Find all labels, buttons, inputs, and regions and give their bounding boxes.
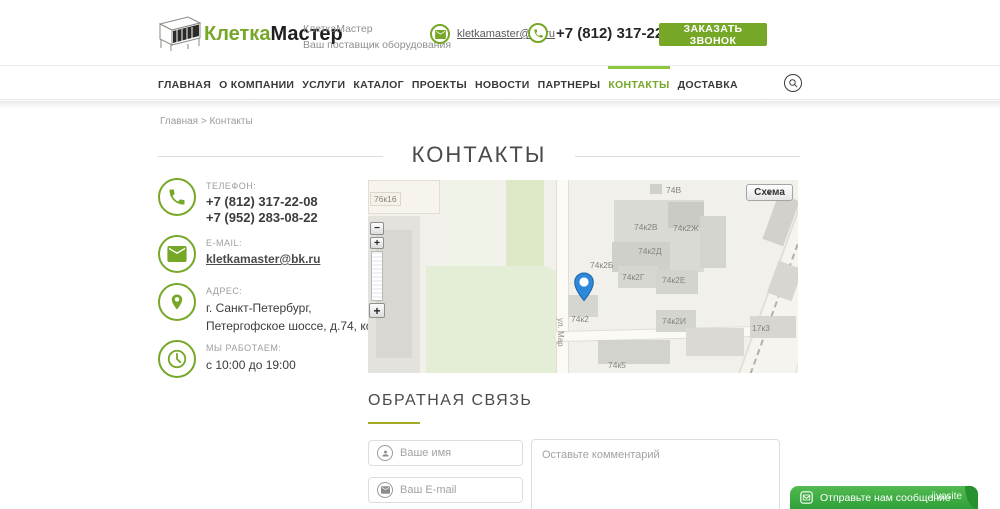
phone-label: ТЕЛЕФОН: [206,181,318,191]
map-label: 74к2Ж [673,223,699,233]
title-divider-right [575,156,800,157]
feedback-title: ОБРАТНАЯ СВЯЗЬ [368,392,532,410]
breadcrumb-home-link[interactable]: Главная [160,116,198,127]
clock-icon [158,340,196,378]
map-building [650,184,662,194]
nav-item-dostavka[interactable]: ДОСТАВКА [678,66,738,100]
cage-logo-icon [158,13,202,56]
main-nav: ГЛАВНАЯ О КОМПАНИИ УСЛУГИ КАТАЛОГ ПРОЕКТ… [0,66,1000,100]
nav-item-novosti[interactable]: НОВОСТИ [475,66,530,100]
map[interactable]: 76к16 74В 74к2В 74к2Ж 74к2Д 74к2Б 74к2Г … [368,180,798,373]
map-label: 74В [666,185,681,195]
hours-label: МЫ РАБОТАЕМ: [206,343,296,353]
map-label: 74к2В [634,222,658,232]
zoom-out-button[interactable]: − [370,222,384,235]
map-label: 74к5 [608,360,626,370]
contact-email-link[interactable]: kletkamaster@bk.ru [206,252,320,266]
map-mode-button[interactable]: Схема ▾ [746,184,793,201]
email-label: E-MAIL: [206,238,320,248]
phone-value-1: +7 (812) 317-22-08 [206,194,318,210]
feedback-title-underline [368,422,420,424]
map-label: 74к2Е [662,275,686,285]
name-field-wrap [368,440,523,466]
mail-icon [377,482,393,498]
contact-address-item: АДРЕС: г. Санкт-Петербург, Петергофское … [158,283,399,335]
map-street-label: ул. Мар [556,318,565,347]
name-input[interactable] [400,447,510,459]
phone-value-2: +7 (952) 283-08-22 [206,210,318,226]
nav-item-partnery[interactable]: ПАРТНЕРЫ [538,66,601,100]
person-icon [377,445,393,461]
nav-item-kontakty[interactable]: КОНТАКТЫ [608,66,669,100]
map-park-area [426,266,560,373]
contact-hours-item: МЫ РАБОТАЕМ: с 10:00 до 19:00 [158,340,296,378]
envelope-icon [800,491,813,504]
mail-icon [430,24,450,44]
contact-phone-item: ТЕЛЕФОН: +7 (812) 317-22-08 +7 (952) 283… [158,178,318,227]
map-building [686,328,744,356]
map-label: 74к2Д [638,246,662,256]
map-building [700,216,726,268]
page-title-row: КОНТАКТЫ [158,142,800,170]
breadcrumb: Главная > Контакты [160,116,253,127]
mail-icon [158,235,196,273]
map-label: 17к3 [752,323,770,333]
nav-item-uslugi[interactable]: УСЛУГИ [302,66,345,100]
chat-brand: jivosite [931,491,962,502]
order-call-button[interactable]: ЗАКАЗАТЬ ЗВОНОК [659,23,767,46]
page-title: КОНТАКТЫ [158,142,800,168]
search-icon [788,78,799,89]
nav-item-katalog[interactable]: КАТАЛОГ [353,66,404,100]
header: КлеткаМастер КлеткаМастер Ваш поставщик … [0,0,1000,66]
hours-value: с 10:00 до 19:00 [206,356,296,374]
phone-icon [158,178,196,216]
nav-shadow [0,101,1000,109]
contact-email-item: E-MAIL: kletkamaster@bk.ru [158,235,320,273]
breadcrumb-separator: > [201,116,207,127]
chat-leaf-decoration [965,486,978,509]
nav-item-proekty[interactable]: ПРОЕКТЫ [412,66,467,100]
map-pin-icon[interactable] [573,272,595,302]
header-tagline: КлеткаМастер Ваш поставщик оборудования [303,21,451,54]
email-input[interactable] [400,484,510,496]
zoom-slider-track[interactable] [371,251,383,301]
map-label: 74к2Б [590,260,613,270]
zoom-slider-handle[interactable]: + [370,237,384,249]
phone-icon [528,23,548,43]
email-field-wrap [368,477,523,503]
map-label: 74к2Г [622,272,645,282]
map-label: 74к2И [662,316,686,326]
nav-item-glavnaya[interactable]: ГЛАВНАЯ [158,66,211,100]
nav-item-o-kompanii[interactable]: О КОМПАНИИ [219,66,294,100]
chevron-down-icon: ▾ [768,189,772,197]
zoom-in-button[interactable]: + [369,303,385,318]
chat-widget[interactable]: Отправьте нам сообщение jivosite [790,486,978,509]
search-button[interactable] [784,74,802,92]
location-pin-icon [158,283,196,321]
map-label: 74к2 [571,314,589,324]
breadcrumb-current: Контакты [209,116,252,127]
comment-textarea[interactable] [531,439,780,509]
map-label: 76к16 [370,192,401,206]
